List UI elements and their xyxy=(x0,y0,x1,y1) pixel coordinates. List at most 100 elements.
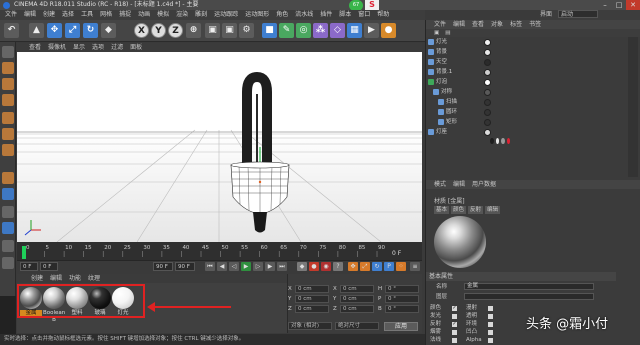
scale-key-icon[interactable]: ⤢ xyxy=(360,262,370,271)
object-name[interactable]: 背景 xyxy=(436,48,447,57)
coordinate-field[interactable]: 0 cm xyxy=(295,285,329,293)
y-axis-lock-button[interactable]: Y xyxy=(151,23,166,38)
menu-item[interactable]: 脚本 xyxy=(339,10,351,20)
move-icon[interactable]: ✥ xyxy=(47,23,62,38)
timeline-menu-icon[interactable]: ≡ xyxy=(410,262,420,271)
material-tag-icon[interactable] xyxy=(495,138,499,144)
viewport-menu-item[interactable]: 显示 xyxy=(73,43,85,52)
tweak-mode-icon[interactable] xyxy=(2,188,14,200)
object-name[interactable]: 扫描 xyxy=(446,98,457,107)
point-level-icon[interactable]: ⁘ xyxy=(396,262,406,271)
attributes-menu-item[interactable]: 用户数据 xyxy=(472,180,496,189)
coordinate-field[interactable]: 0 cm xyxy=(295,305,329,313)
material-tag-icon[interactable] xyxy=(484,99,491,106)
object-manager-menu-item[interactable]: 标签 xyxy=(510,20,522,29)
preview-max-frame-field[interactable]: 90 F xyxy=(175,262,195,271)
material-tag-icon[interactable] xyxy=(484,129,491,136)
max-frame-field[interactable]: 90 F xyxy=(153,262,173,271)
axis-mode-icon[interactable] xyxy=(2,172,14,184)
object-name[interactable]: 灯座 xyxy=(436,128,447,137)
material-tag-icon[interactable] xyxy=(501,138,505,144)
points-mode-icon[interactable] xyxy=(2,112,14,124)
material-menu-item[interactable]: 创建 xyxy=(31,274,43,283)
viewport-menu-item[interactable]: 过滤 xyxy=(111,43,123,52)
channel-checkbox[interactable] xyxy=(488,313,493,319)
tab-objects[interactable]: ▣ xyxy=(434,29,439,37)
coordinate-field[interactable]: 0 ° xyxy=(385,285,419,293)
undo-icon[interactable]: ↶ xyxy=(4,23,19,38)
object-row[interactable]: 背景 xyxy=(426,48,626,57)
object-manager-menu-item[interactable]: 对象 xyxy=(491,20,503,29)
object-row[interactable]: 天空 xyxy=(426,58,626,67)
rotate-key-icon[interactable]: ↻ xyxy=(372,262,382,271)
render-picture-viewer-icon[interactable]: ▣ xyxy=(222,23,237,38)
object-row[interactable]: 对称 xyxy=(426,88,626,97)
menu-item[interactable]: 窗口 xyxy=(358,10,370,20)
object-row[interactable]: 矩形 xyxy=(426,118,626,127)
timeline-ruler[interactable]: 0 5 10 15 20 25 30 35 40 45 50 55 60 65 70 75 80 85 90 0 F xyxy=(17,242,422,260)
material-tab[interactable]: 反射 xyxy=(468,206,484,214)
min-frame-field[interactable]: 0 F xyxy=(40,262,58,271)
material-tag-icon[interactable] xyxy=(506,138,510,144)
menu-item[interactable]: 创建 xyxy=(43,10,55,20)
object-name[interactable]: 灯泡 xyxy=(436,78,447,87)
material-tab[interactable]: 基本 xyxy=(434,206,450,214)
menu-item[interactable]: 网格 xyxy=(100,10,112,20)
material-tag-icon[interactable] xyxy=(490,138,494,144)
input-method-icon[interactable]: S xyxy=(365,0,379,10)
object-name[interactable]: 灯光 xyxy=(436,38,447,47)
viewport-menu-item[interactable]: 查看 xyxy=(29,43,41,52)
pen-spline-icon[interactable]: ✎ xyxy=(279,23,294,38)
channel-checkbox[interactable] xyxy=(488,321,493,327)
object-row[interactable]: 灯座 xyxy=(426,128,626,137)
z-axis-lock-button[interactable]: Z xyxy=(168,23,183,38)
light-bulb-icon[interactable]: ● xyxy=(381,23,396,38)
channel-checkbox[interactable] xyxy=(488,329,493,335)
render-view-icon[interactable]: ▣ xyxy=(205,23,220,38)
material-tag-icon[interactable] xyxy=(484,89,491,96)
floor-grid-icon[interactable]: ▦ xyxy=(347,23,362,38)
menu-item[interactable]: 文件 xyxy=(5,10,17,20)
rotate-icon[interactable]: ↻ xyxy=(83,23,98,38)
menu-item[interactable]: 运动图形 xyxy=(245,10,269,20)
array-icon[interactable]: ⁂ xyxy=(313,23,328,38)
coordinate-field[interactable]: 0 cm xyxy=(340,295,374,303)
object-name[interactable]: 对称 xyxy=(441,88,452,97)
object-manager-menu-item[interactable]: 文件 xyxy=(434,20,446,29)
deformer-icon[interactable]: ◇ xyxy=(330,23,345,38)
planar-workplane-icon[interactable] xyxy=(2,240,14,252)
last-tool-icon[interactable]: ◆ xyxy=(101,23,116,38)
autokey-icon[interactable]: ◉ xyxy=(321,262,331,271)
menu-item[interactable]: 雕刻 xyxy=(195,10,207,20)
layout-select[interactable]: 启动 xyxy=(557,10,598,18)
object-manager-menu-item[interactable]: 书签 xyxy=(529,20,541,29)
channel-checkbox[interactable] xyxy=(452,337,457,343)
timeline-playhead[interactable] xyxy=(22,246,26,259)
layout-selector[interactable]: 界面 启动 xyxy=(540,10,640,20)
coordinate-system-icon[interactable]: ⊕ xyxy=(186,23,201,38)
coordinate-mode-select[interactable]: 对象 (相对) xyxy=(288,322,332,330)
maximize-icon[interactable]: □ xyxy=(612,0,626,10)
material-tag-icon[interactable] xyxy=(484,119,491,126)
menu-item[interactable]: 选择 xyxy=(62,10,74,20)
next-frame-icon[interactable]: ▷ xyxy=(253,262,263,271)
viewport-menu-item[interactable]: 选项 xyxy=(92,43,104,52)
model-mode-icon[interactable] xyxy=(2,62,14,74)
channel-checkbox[interactable]: ✓ xyxy=(452,321,457,327)
material-tab[interactable]: 颜色 xyxy=(451,206,467,214)
coordinate-field[interactable]: 0 cm xyxy=(340,305,374,313)
camera-icon[interactable]: ▶ xyxy=(364,23,379,38)
coordinate-field[interactable]: 0 ° xyxy=(385,305,419,313)
viewport-menu-item[interactable]: 面板 xyxy=(130,43,142,52)
menu-item[interactable]: 插件 xyxy=(320,10,332,20)
x-axis-lock-button[interactable]: X xyxy=(134,23,149,38)
render-settings-icon[interactable]: ⚙ xyxy=(239,23,254,38)
menu-item[interactable]: 帮助 xyxy=(377,10,389,20)
menu-item[interactable]: 渲染 xyxy=(176,10,188,20)
material-tag-icon[interactable] xyxy=(484,79,491,86)
material-tag-icon[interactable] xyxy=(484,59,491,66)
previous-key-icon[interactable]: ◀ xyxy=(217,262,227,271)
menu-item[interactable]: 运动跟踪 xyxy=(214,10,238,20)
material-tag-icon[interactable] xyxy=(484,109,491,116)
lock-workplane-icon[interactable] xyxy=(2,222,14,234)
